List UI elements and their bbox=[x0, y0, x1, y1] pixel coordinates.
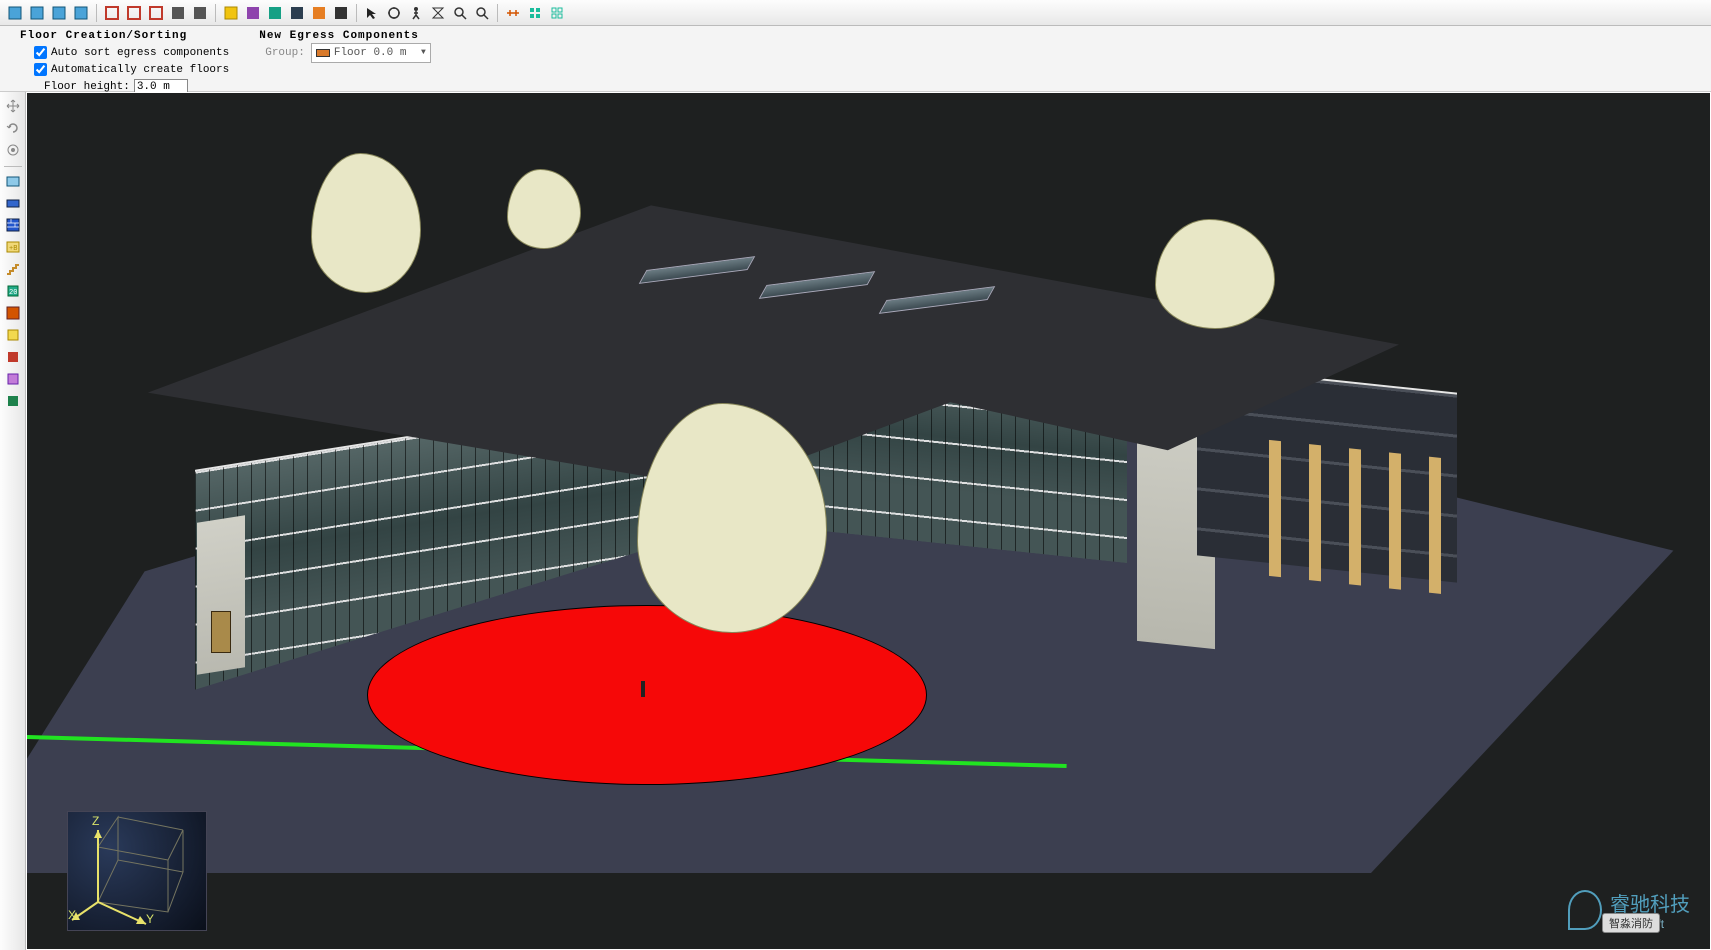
zoom-tool-button[interactable] bbox=[450, 3, 470, 23]
axes-toggle-button[interactable] bbox=[331, 3, 351, 23]
auto-sort-checkbox[interactable] bbox=[34, 46, 47, 59]
watermark-badge: 智淼消防 bbox=[1602, 913, 1660, 933]
auto-create-label: Automatically create floors bbox=[51, 64, 229, 76]
mesh-tool-button[interactable] bbox=[3, 171, 23, 191]
door-left bbox=[211, 611, 231, 653]
toolbar-separator bbox=[96, 4, 97, 22]
auto-create-checkbox[interactable] bbox=[34, 63, 47, 76]
group-select-value: Floor 0.0 m bbox=[334, 47, 407, 59]
axis-orientation-widget[interactable]: Z Y X bbox=[67, 811, 207, 931]
toolbar-separator bbox=[215, 4, 216, 22]
render-tex-button[interactable] bbox=[309, 3, 329, 23]
group-label: Group: bbox=[265, 47, 305, 59]
door-tool-button[interactable]: 20 bbox=[3, 281, 23, 301]
occupant-source-disc bbox=[367, 605, 927, 785]
zoom-window-button[interactable] bbox=[472, 3, 492, 23]
render-shade-button[interactable] bbox=[265, 3, 285, 23]
axis-y-label: Y bbox=[146, 912, 154, 926]
behavior-tool-button[interactable] bbox=[3, 369, 23, 389]
viewport-3d[interactable]: Z Y X 睿驰科技 Reachsoft 智淼消防 bbox=[26, 92, 1711, 950]
toolbar-separator bbox=[497, 4, 498, 22]
slab-tool-button[interactable] bbox=[3, 193, 23, 213]
axis-x-label: X bbox=[68, 908, 76, 922]
view-3d-button[interactable] bbox=[243, 3, 263, 23]
nav-back-button[interactable] bbox=[5, 3, 25, 23]
measure-button[interactable] bbox=[503, 3, 523, 23]
egress-components-panel: New Egress Components Group: Floor 0.0 m… bbox=[259, 30, 431, 87]
top-toolbar bbox=[0, 0, 1711, 26]
floor-creation-panel: Floor Creation/Sorting Auto sort egress … bbox=[20, 30, 229, 87]
grid-toggle-button[interactable] bbox=[547, 3, 567, 23]
group-tool-button[interactable] bbox=[3, 347, 23, 367]
walk-tool-button[interactable] bbox=[406, 3, 426, 23]
wall-tool-button[interactable] bbox=[3, 215, 23, 235]
options-bar: Floor Creation/Sorting Auto sort egress … bbox=[0, 26, 1711, 92]
left-toolbar: +B 20 bbox=[0, 92, 26, 950]
floor-swatch-icon bbox=[316, 49, 330, 57]
sel-lasso-button[interactable] bbox=[124, 3, 144, 23]
main-area: +B 20 bbox=[0, 92, 1711, 950]
stair-tool-button[interactable] bbox=[3, 259, 23, 279]
toolbar-separator bbox=[4, 166, 22, 167]
floor-height-label: Floor height: bbox=[44, 81, 130, 93]
window-grid-right bbox=[1261, 439, 1451, 595]
nav-up-button[interactable] bbox=[49, 3, 69, 23]
group-select[interactable]: Floor 0.0 m ▼ bbox=[311, 43, 431, 63]
egress-panel-title: New Egress Components bbox=[259, 30, 431, 42]
sel-all-button[interactable] bbox=[168, 3, 188, 23]
axis-z-label: Z bbox=[92, 814, 99, 828]
exit-tool-button[interactable] bbox=[3, 303, 23, 323]
scale-tool-button[interactable] bbox=[3, 140, 23, 160]
sel-none-button[interactable] bbox=[190, 3, 210, 23]
floor-panel-title: Floor Creation/Sorting bbox=[20, 30, 229, 42]
svg-text:+B: +B bbox=[9, 245, 17, 253]
look-tool-button[interactable] bbox=[428, 3, 448, 23]
nav-home-button[interactable] bbox=[71, 3, 91, 23]
auto-sort-label: Auto sort egress components bbox=[51, 47, 229, 59]
pointer-tool-button[interactable] bbox=[362, 3, 382, 23]
layer-mgr-button[interactable] bbox=[221, 3, 241, 23]
toolbar-separator bbox=[356, 4, 357, 22]
sel-rect-button[interactable] bbox=[102, 3, 122, 23]
svg-text:20: 20 bbox=[9, 289, 17, 297]
nav-fwd-button[interactable] bbox=[27, 3, 47, 23]
orbit-tool-button[interactable] bbox=[384, 3, 404, 23]
render-wire-button[interactable] bbox=[287, 3, 307, 23]
watermark: 睿驰科技 Reachsoft 智淼消防 bbox=[1568, 888, 1690, 931]
profile-tool-button[interactable] bbox=[3, 391, 23, 411]
move-tool-button[interactable] bbox=[3, 96, 23, 116]
occupant-tool-button[interactable] bbox=[3, 325, 23, 345]
chevron-down-icon: ▼ bbox=[421, 48, 426, 57]
room-tool-button[interactable]: +B bbox=[3, 237, 23, 257]
grid-snap-button[interactable] bbox=[525, 3, 545, 23]
watermark-logo-icon bbox=[1568, 890, 1602, 930]
rotate-tool-button[interactable] bbox=[3, 118, 23, 138]
sel-box-button[interactable] bbox=[146, 3, 166, 23]
